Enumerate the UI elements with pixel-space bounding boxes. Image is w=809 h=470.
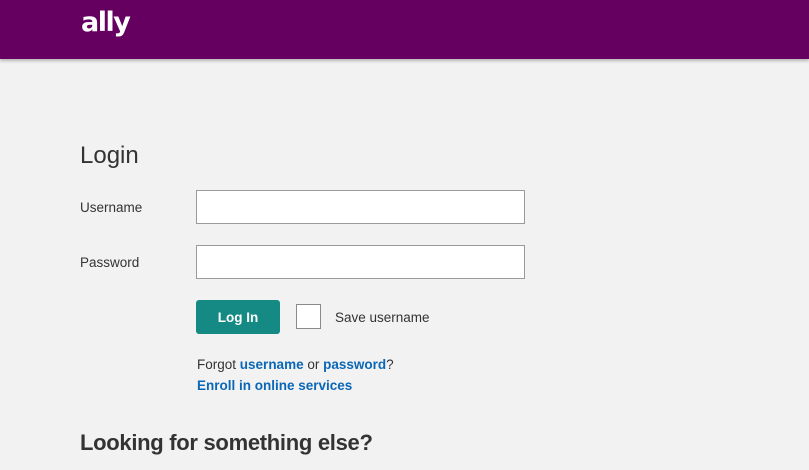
- forgot-or-text: or: [307, 357, 320, 372]
- forgot-prefix-text: Forgot: [197, 357, 237, 372]
- forgot-credentials-line: Forgot username or password?: [197, 356, 394, 374]
- username-label: Username: [80, 200, 143, 215]
- top-header-bar: ally: [0, 0, 809, 59]
- enroll-online-services-link[interactable]: Enroll in online services: [197, 377, 352, 395]
- forgot-username-link[interactable]: username: [240, 357, 304, 372]
- save-username-label[interactable]: Save username: [335, 309, 430, 327]
- page-title: Login: [80, 142, 139, 169]
- ally-logo[interactable]: ally: [81, 7, 131, 39]
- forgot-password-link[interactable]: password: [323, 357, 386, 372]
- looking-for-something-else-heading: Looking for something else?: [80, 430, 373, 455]
- login-button[interactable]: Log In: [196, 300, 280, 334]
- forgot-suffix-text: ?: [386, 357, 394, 372]
- password-input[interactable]: [196, 245, 525, 279]
- password-label: Password: [80, 255, 140, 270]
- save-username-checkbox[interactable]: [296, 304, 321, 329]
- username-input[interactable]: [196, 190, 525, 224]
